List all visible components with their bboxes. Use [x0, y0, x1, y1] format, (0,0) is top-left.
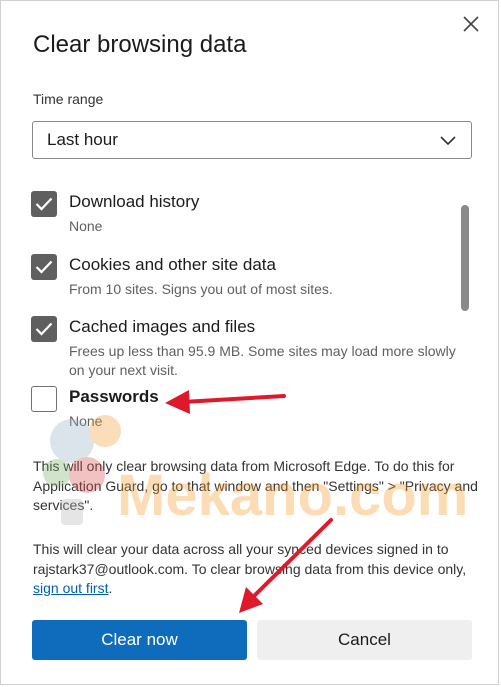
item-label: Cookies and other site data	[69, 255, 276, 274]
checkmark-icon	[35, 322, 53, 336]
item-label: Passwords	[69, 387, 159, 406]
sync-note-text: This will clear your data across all you…	[33, 541, 467, 577]
download-history-checkbox[interactable]	[31, 191, 57, 217]
time-range-value: Last hour	[47, 130, 118, 149]
time-range-select[interactable]: Last hour	[32, 121, 472, 159]
passwords-checkbox[interactable]	[31, 386, 57, 412]
close-button[interactable]	[460, 13, 482, 35]
clear-browsing-data-dialog: Clear browsing data Time range Last hour…	[0, 0, 499, 685]
cookies-checkbox[interactable]	[31, 254, 57, 280]
item-description: None	[69, 218, 103, 234]
chevron-down-icon	[440, 136, 456, 146]
application-guard-note: This will only clear browsing data from …	[33, 458, 478, 513]
clear-now-button[interactable]: Clear now	[32, 620, 247, 660]
close-icon	[463, 16, 479, 32]
item-description: Frees up less than 95.9 MB. Some sites m…	[69, 343, 456, 378]
scrollbar-thumb[interactable]	[461, 205, 469, 311]
checkmark-icon	[35, 197, 53, 211]
cached-images-checkbox[interactable]	[31, 316, 57, 342]
dialog-title: Clear browsing data	[33, 31, 247, 58]
sync-note: This will clear your data across all you…	[33, 540, 483, 599]
item-description: From 10 sites. Signs you out of most sit…	[69, 281, 333, 297]
cancel-button[interactable]: Cancel	[257, 620, 472, 660]
item-label: Download history	[69, 192, 200, 211]
item-description: None	[69, 413, 103, 429]
item-label: Cached images and files	[69, 317, 256, 336]
sign-out-link[interactable]: sign out first	[33, 580, 108, 596]
checkmark-icon	[35, 260, 53, 274]
sync-note-suffix: .	[108, 580, 113, 596]
time-range-label: Time range	[33, 91, 104, 107]
